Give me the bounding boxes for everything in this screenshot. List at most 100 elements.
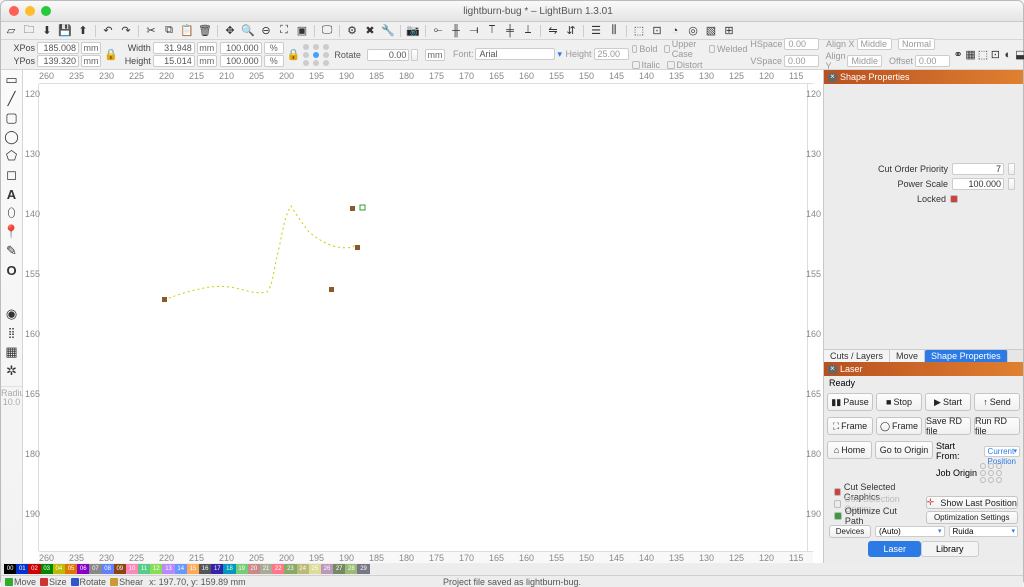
zoom-selection-icon[interactable]: ▣ xyxy=(295,24,309,38)
run-rd-button[interactable]: Run RD file xyxy=(974,417,1020,435)
palette-color-07[interactable]: 07 xyxy=(89,564,101,574)
delete-icon[interactable]: 🗑 xyxy=(198,24,212,38)
palette-color-03[interactable]: 03 xyxy=(41,564,53,574)
auto-select[interactable]: (Auto) xyxy=(875,526,945,537)
spinner-icon[interactable] xyxy=(1008,178,1015,190)
laser-header[interactable]: ×Laser xyxy=(824,362,1023,376)
offset-tool-icon[interactable]: ⬯ xyxy=(4,205,20,221)
aspect-lock-icon[interactable]: 🔒 xyxy=(287,48,301,62)
copy-icon[interactable]: ⧉ xyxy=(162,24,176,38)
ungroup-icon[interactable]: ⊡ xyxy=(650,24,664,38)
tab-cuts-layers[interactable]: Cuts / Layers xyxy=(824,350,890,362)
palette-color-24[interactable]: 24 xyxy=(297,564,309,574)
panel-close-icon[interactable]: × xyxy=(828,73,837,82)
start-button[interactable]: ▶ Start xyxy=(925,393,971,411)
palette-color-01[interactable]: 01 xyxy=(16,564,28,574)
start-from-select[interactable]: Current Position xyxy=(984,446,1020,457)
distribute-v-icon[interactable]: ⫼ xyxy=(607,24,621,38)
canvas-drawing[interactable] xyxy=(39,84,809,534)
palette-color-13[interactable]: 13 xyxy=(162,564,174,574)
palette-color-04[interactable]: 04 xyxy=(53,564,65,574)
device-select[interactable]: Ruida xyxy=(949,526,1019,537)
tab-library[interactable]: Library xyxy=(921,541,979,557)
misc1-icon[interactable]: ⚭ xyxy=(953,48,963,62)
save-icon[interactable]: 💾 xyxy=(58,24,72,38)
aligny-select[interactable]: Middle xyxy=(847,55,882,67)
edit-nodes-tool-icon[interactable]: ◻ xyxy=(4,167,20,183)
tab-move[interactable]: Move xyxy=(890,350,925,362)
misc-tool-icon[interactable]: ✲ xyxy=(4,363,20,379)
width-pct-input[interactable]: 100.000 xyxy=(220,42,262,54)
go-origin-button[interactable]: Go to Origin xyxy=(875,441,933,459)
align-center-h-icon[interactable]: ╫ xyxy=(449,24,463,38)
locked-checkbox[interactable] xyxy=(950,195,958,203)
panel-close-icon[interactable]: × xyxy=(828,365,837,374)
rotate-unit[interactable]: mm xyxy=(425,49,445,61)
grid2-icon[interactable]: ▦ xyxy=(4,344,20,360)
palette-color-18[interactable]: 18 xyxy=(223,564,235,574)
offset-input[interactable]: 0.00 xyxy=(915,55,950,67)
misc6-icon[interactable]: ⬓ xyxy=(1015,48,1024,62)
polygon-tool-icon[interactable]: ⬠ xyxy=(4,148,20,164)
mode-move[interactable]: Move xyxy=(5,577,36,587)
measure-tool-icon[interactable]: O xyxy=(4,262,20,278)
line-tool-icon[interactable]: ╱ xyxy=(4,91,20,107)
width-input[interactable]: 31.948 xyxy=(153,42,195,54)
marker-tool-icon[interactable]: 📍 xyxy=(4,224,20,240)
paste-icon[interactable]: 📋 xyxy=(180,24,194,38)
palette-color-22[interactable]: 22 xyxy=(272,564,284,574)
minimize-window[interactable] xyxy=(25,6,35,16)
grid-icon[interactable]: ⣿ xyxy=(4,325,20,341)
import-icon[interactable]: ⬇ xyxy=(40,24,54,38)
font-select[interactable]: Arial xyxy=(475,48,555,60)
height-input[interactable]: 15.014 xyxy=(153,55,195,67)
misc5-icon[interactable]: ◐ xyxy=(1003,48,1013,62)
cut-sel-checkbox[interactable] xyxy=(834,488,841,496)
use-sel-checkbox[interactable] xyxy=(834,500,841,508)
boolean-icon[interactable]: ▧ xyxy=(704,24,718,38)
new-file-icon[interactable]: ▱ xyxy=(4,24,18,38)
palette-color-12[interactable]: 12 xyxy=(150,564,162,574)
powerscale-input[interactable]: 100.000 xyxy=(952,178,1004,190)
palette-color-15[interactable]: 15 xyxy=(187,564,199,574)
mode-rotate[interactable]: Rotate xyxy=(71,577,107,587)
flip-h-icon[interactable]: ⇋ xyxy=(546,24,560,38)
pause-button[interactable]: ▮▮ Pause xyxy=(827,393,873,411)
palette-color-26[interactable]: 26 xyxy=(321,564,333,574)
zoom-frame-icon[interactable]: ⛶ xyxy=(277,24,291,38)
array-icon[interactable]: ⊞ xyxy=(722,24,736,38)
lock-icon[interactable]: 🔒 xyxy=(104,48,118,62)
unit-mm[interactable]: mm xyxy=(197,42,217,54)
pencil-tool-icon[interactable]: ✎ xyxy=(4,243,20,259)
palette-color-29[interactable]: 29 xyxy=(357,564,369,574)
shape-properties-header[interactable]: ×Shape Properties xyxy=(824,70,1023,84)
palette-color-28[interactable]: 28 xyxy=(345,564,357,574)
mode-select[interactable]: Normal xyxy=(898,38,935,50)
palette-color-20[interactable]: 20 xyxy=(248,564,260,574)
palette-color-00[interactable]: 00 xyxy=(4,564,16,574)
palette-color-27[interactable]: 27 xyxy=(333,564,345,574)
zoom-fit-icon[interactable]: ◉ xyxy=(4,306,20,322)
misc4-icon[interactable]: ⊡ xyxy=(990,48,1000,62)
align-center-v-icon[interactable]: ╪ xyxy=(503,24,517,38)
export-icon[interactable]: ⬆ xyxy=(76,24,90,38)
mode-size[interactable]: Size xyxy=(40,577,67,587)
alignx-select[interactable]: Middle xyxy=(857,38,892,50)
align-bottom-icon[interactable]: ⟘ xyxy=(521,24,535,38)
devices-button[interactable]: Devices xyxy=(829,525,871,538)
home-button[interactable]: ⌂ Home xyxy=(827,441,872,459)
cut-priority-input[interactable]: 7 xyxy=(952,163,1004,175)
font-height-input[interactable]: 25.00 xyxy=(594,48,629,60)
show-last-pos-button[interactable]: ✛ Show Last Position xyxy=(926,496,1019,509)
palette-color-17[interactable]: 17 xyxy=(211,564,223,574)
preview-icon[interactable]: 🖵 xyxy=(320,24,334,38)
palette-color-14[interactable]: 14 xyxy=(175,564,187,574)
weld-icon[interactable]: ◔ xyxy=(668,24,682,38)
undo-icon[interactable]: ↶ xyxy=(101,24,115,38)
tab-laser[interactable]: Laser xyxy=(868,541,921,557)
anchor-selector[interactable] xyxy=(303,44,331,66)
pan-icon[interactable]: ✥ xyxy=(223,24,237,38)
camera-icon[interactable]: 📷 xyxy=(406,24,420,38)
mode-shear[interactable]: Shear xyxy=(110,577,143,587)
zoom-window[interactable] xyxy=(41,6,51,16)
